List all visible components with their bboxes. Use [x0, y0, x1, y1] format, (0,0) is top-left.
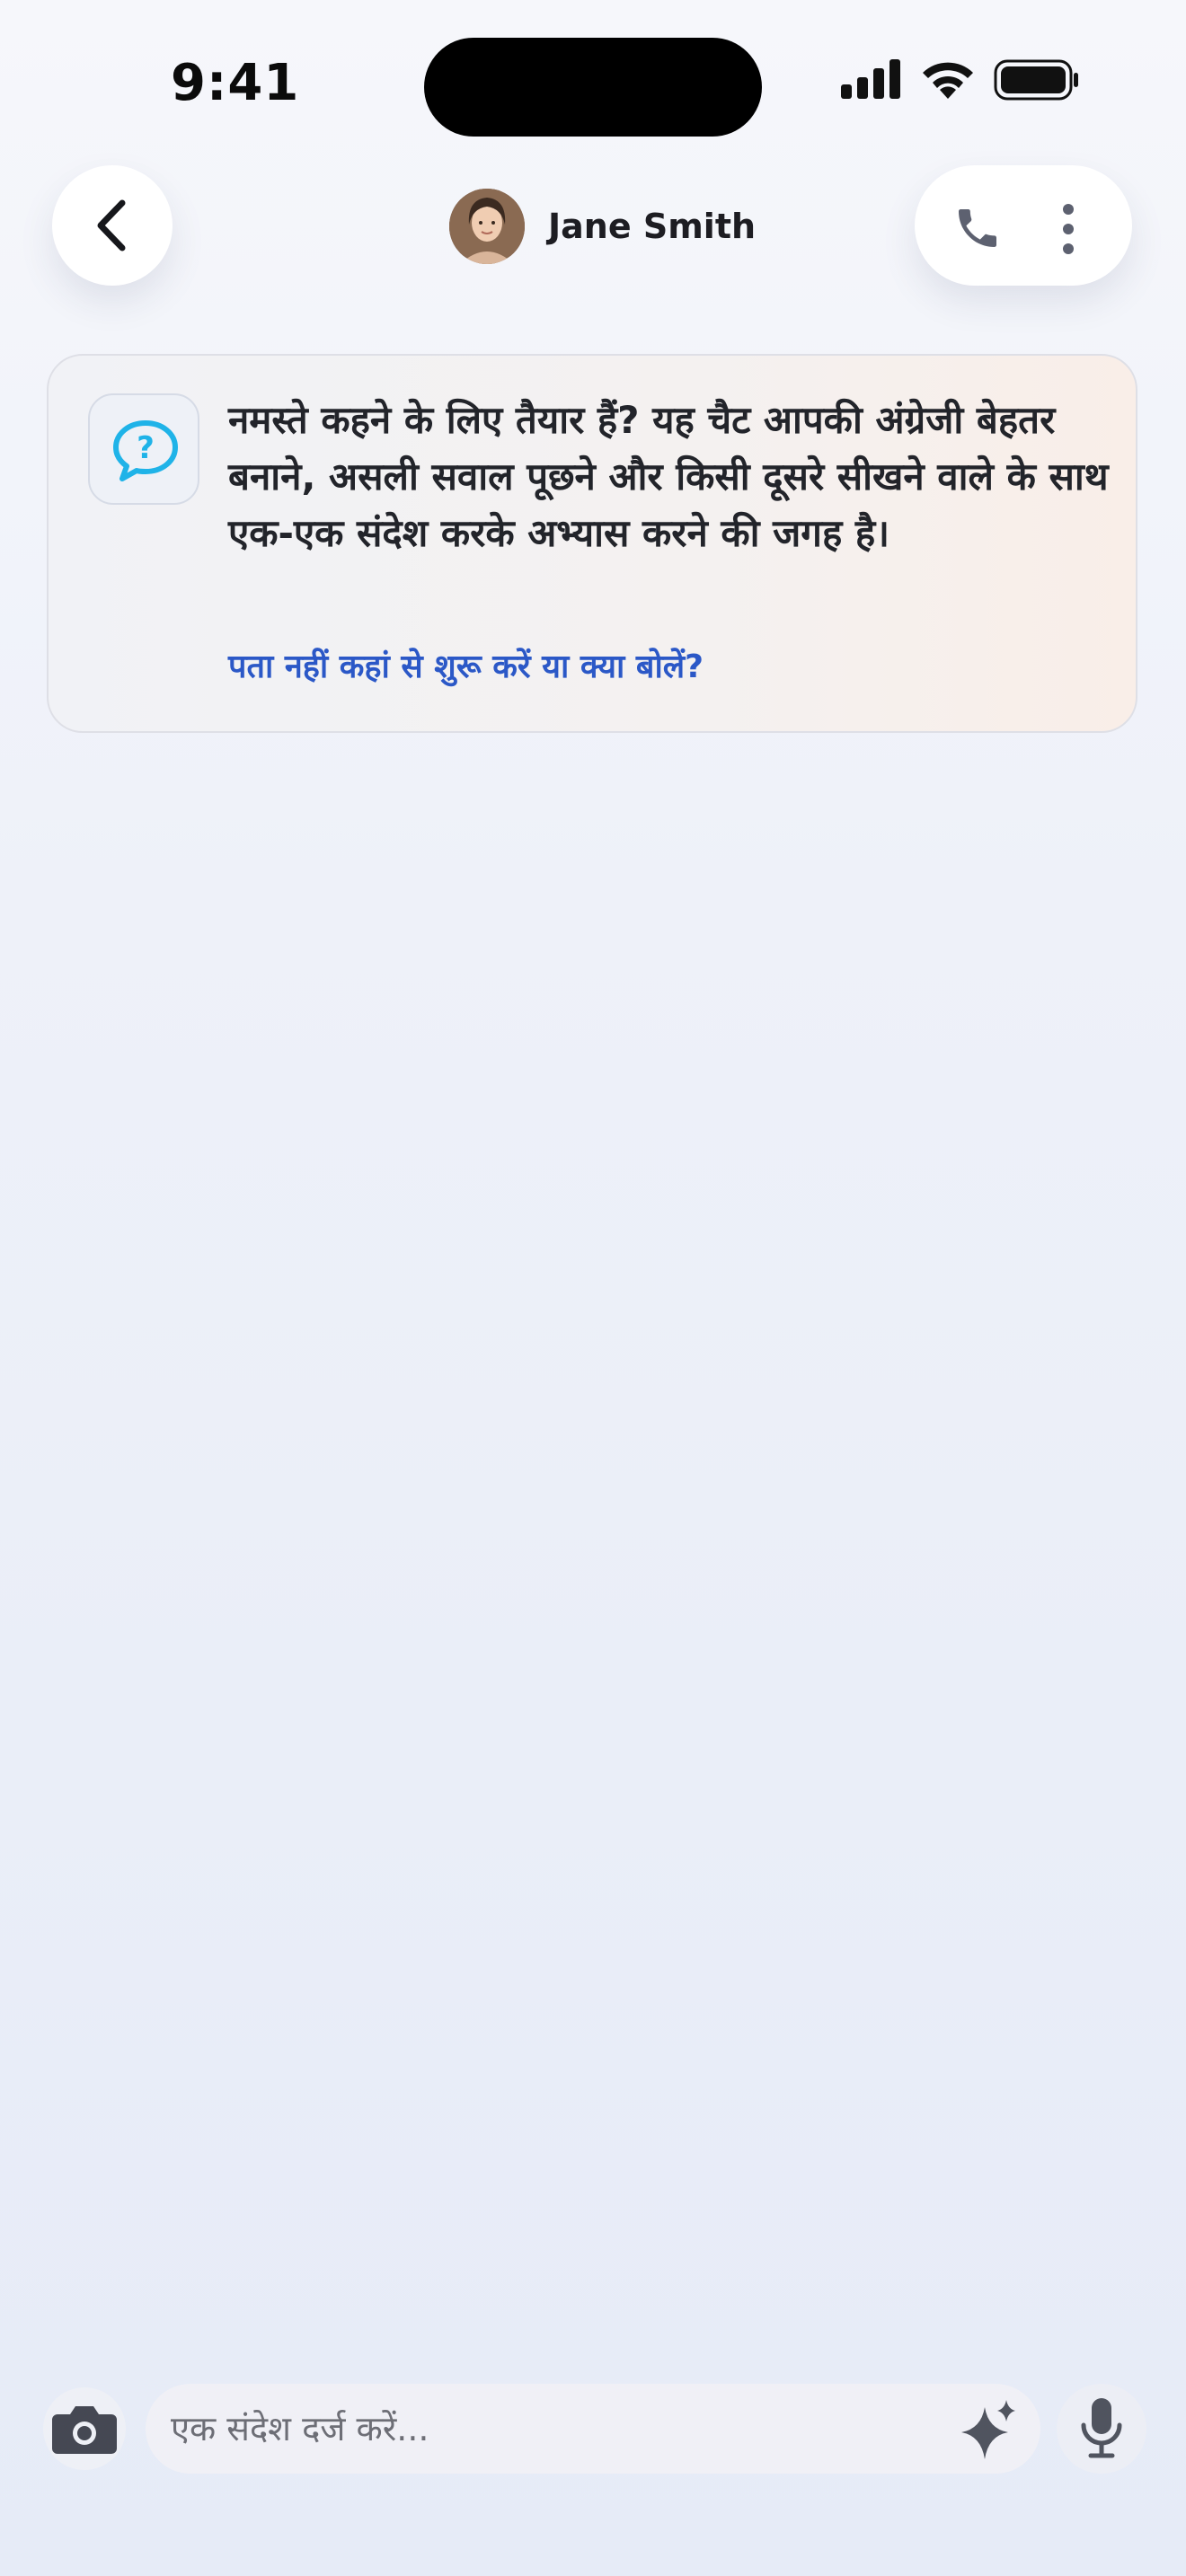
camera-button[interactable] [43, 2387, 126, 2470]
help-link[interactable]: पता नहीं कहां से शुरू करें या क्या बोलें… [228, 643, 704, 687]
camera-icon [52, 2406, 117, 2454]
contact-name: Jane Smith [548, 207, 757, 246]
dynamic-island [424, 38, 762, 137]
sparkle-icon [961, 2400, 1015, 2459]
message-composer [0, 2371, 1186, 2479]
message-input[interactable] [146, 2384, 1040, 2474]
header-actions [915, 165, 1132, 286]
avatar [449, 189, 525, 264]
microphone-button[interactable] [1057, 2384, 1146, 2474]
wifi-icon [923, 62, 973, 99]
chevron-left-icon [97, 199, 126, 251]
microphone-icon [1081, 2398, 1122, 2458]
battery-icon [994, 59, 1078, 101]
intro-message: नमस्ते कहने के लिए तैयार हैं? यह चैट आपक… [228, 398, 1109, 555]
svg-text:?: ? [137, 430, 155, 466]
status-time: 9:41 [171, 54, 300, 112]
back-button[interactable] [52, 165, 173, 286]
more-options-button[interactable] [1030, 187, 1107, 264]
ai-assist-button[interactable] [952, 2395, 1024, 2466]
question-chat-icon: ? [113, 420, 178, 481]
chat-header: Jane Smith [0, 162, 1186, 296]
call-button[interactable] [936, 187, 1013, 264]
intro-card: ? नमस्ते कहने के लिए तैयार हैं? यह चैट आ… [47, 354, 1137, 733]
help-icon-container: ? [88, 393, 199, 505]
cellular-signal-icon [841, 59, 900, 99]
status-bar: 9:41 [0, 0, 1186, 171]
more-vertical-icon [1063, 204, 1074, 254]
phone-icon [959, 209, 996, 247]
